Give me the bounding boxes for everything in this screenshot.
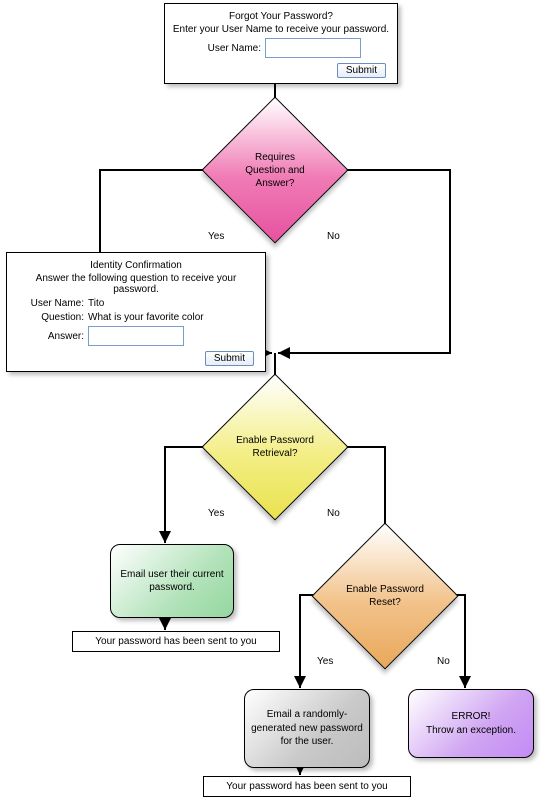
- edge-yes-1: Yes: [208, 231, 224, 242]
- user-name-input[interactable]: [265, 38, 361, 58]
- decision-label: Enable Password Retrieval?: [223, 395, 327, 499]
- identity-title: Identity Confirmation: [12, 260, 260, 271]
- action-email-random: Email a randomly-generated new password …: [244, 689, 370, 768]
- action-text: Email a randomly-generated new password …: [251, 708, 363, 749]
- action-text: Email user their current password.: [117, 568, 227, 595]
- forgot-password-form: Forgot Your Password? Enter your User Na…: [164, 3, 398, 84]
- action-text: ERROR! Throw an exception.: [426, 710, 516, 737]
- edge-no-3: No: [437, 656, 450, 667]
- edge-no-1: No: [327, 231, 340, 242]
- message-sent-2: Your password has been sent to you: [203, 776, 411, 797]
- identity-question-value: What is your favorite color: [88, 312, 204, 323]
- edge-no-2: No: [327, 508, 340, 519]
- form-sub: Enter your User Name to receive your pas…: [170, 24, 392, 35]
- submit-button[interactable]: Submit: [337, 63, 386, 78]
- identity-submit-button[interactable]: Submit: [205, 351, 254, 366]
- action-error: ERROR! Throw an exception.: [408, 689, 534, 758]
- identity-sub: Answer the following question to receive…: [12, 273, 260, 295]
- flowchart: Forgot Your Password? Enter your User Na…: [0, 0, 547, 800]
- form-title: Forgot Your Password?: [170, 11, 392, 22]
- edge-yes-3: Yes: [317, 656, 333, 667]
- decision-enable-retrieval: Enable Password Retrieval?: [223, 395, 327, 499]
- answer-input[interactable]: [88, 326, 184, 346]
- identity-answer-label: Answer:: [24, 331, 84, 342]
- identity-user-label: User Name:: [24, 298, 84, 309]
- decision-enable-reset: Enable Password Reset?: [333, 544, 437, 648]
- decision-label: Enable Password Reset?: [333, 544, 437, 648]
- user-name-label: User Name:: [201, 43, 261, 54]
- identity-question-label: Question:: [24, 312, 84, 323]
- decision-requires-question: Requires Question and Answer?: [223, 118, 327, 222]
- message-sent-1: Your password has been sent to you: [72, 631, 280, 652]
- identity-confirmation-form: Identity Confirmation Answer the followi…: [6, 252, 266, 372]
- edge-yes-2: Yes: [208, 508, 224, 519]
- action-email-current: Email user their current password.: [110, 544, 234, 618]
- decision-label: Requires Question and Answer?: [223, 118, 327, 222]
- identity-user-value: Tito: [88, 298, 104, 309]
